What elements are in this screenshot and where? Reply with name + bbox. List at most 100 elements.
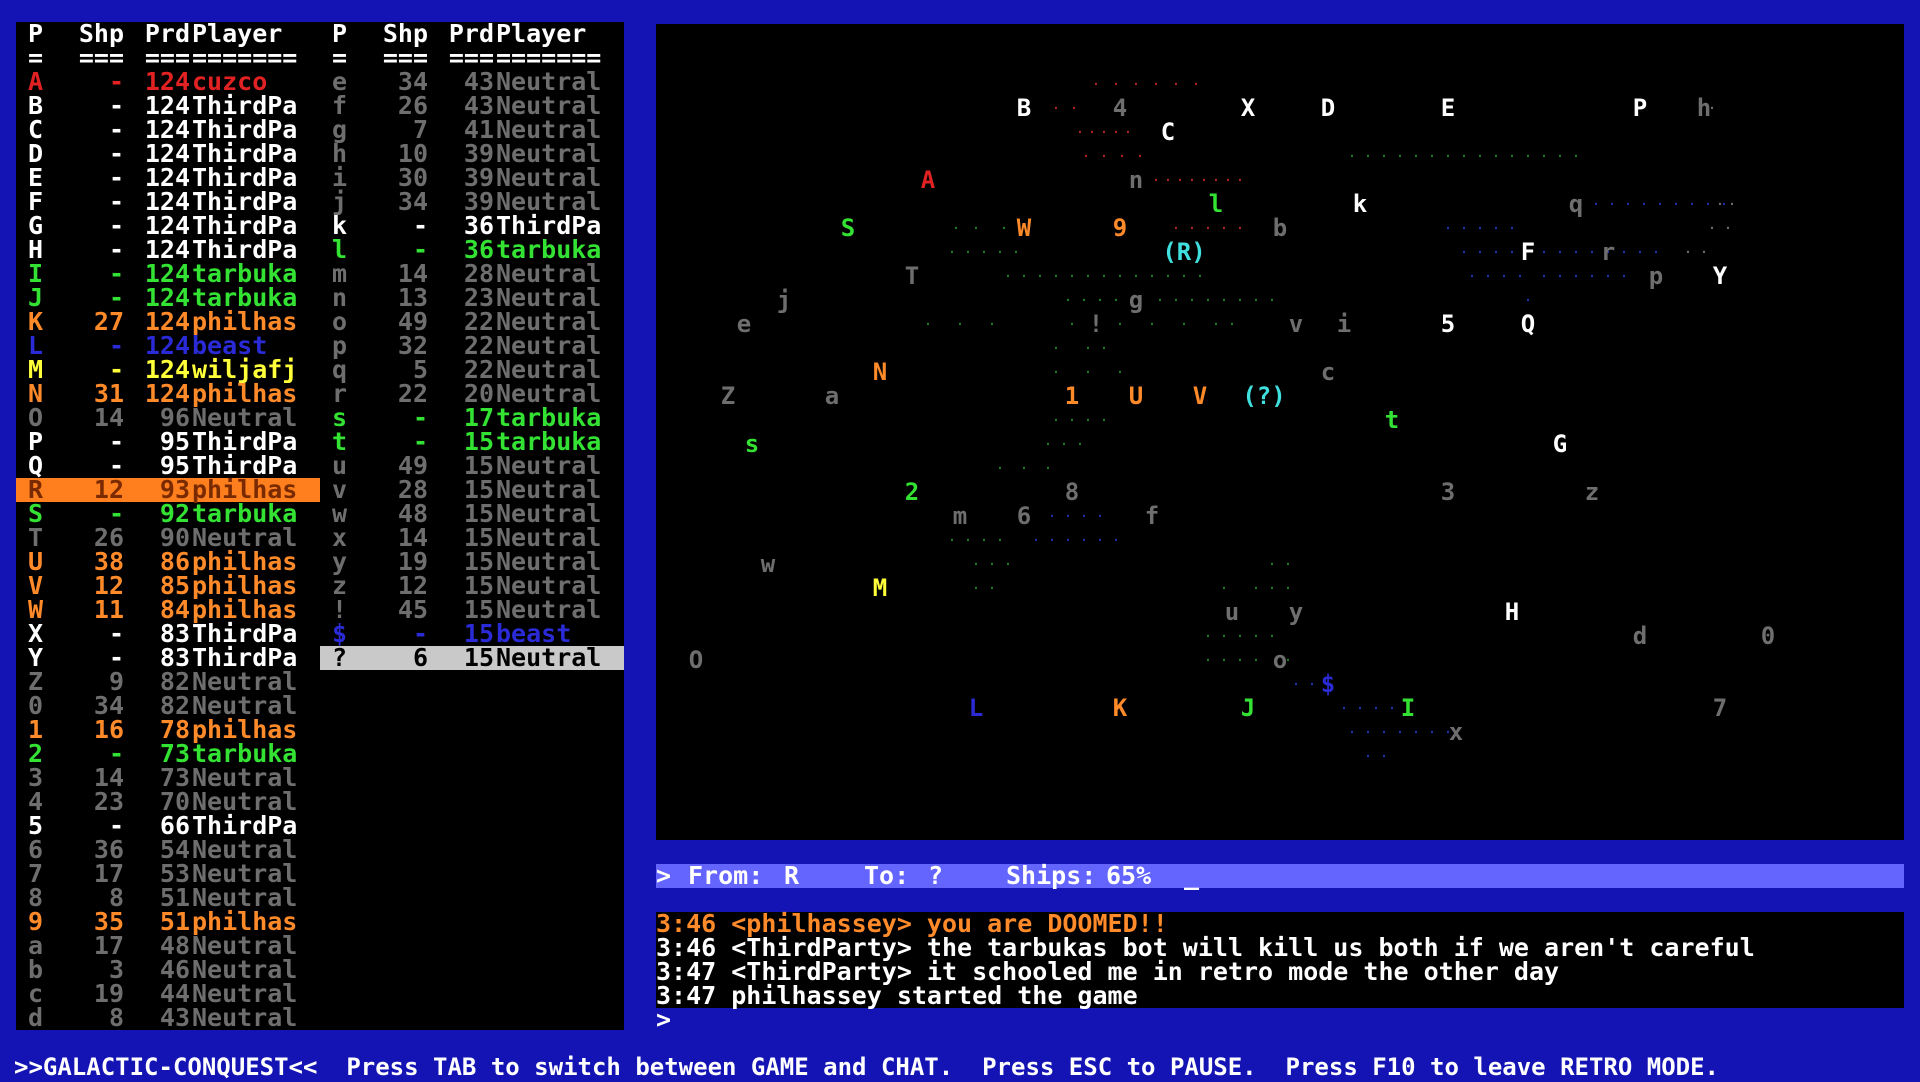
fleet-trail-dot: · [1100,413,1108,427]
star-map[interactable]: · · · · · · · · · · · · · · · · · · · · · · · · · · · · · · · · · · · · · · · ·… [656,24,1904,840]
map-planet-P[interactable]: P [1630,96,1650,120]
map-planet-k[interactable]: k [1350,192,1370,216]
fleet-trail-dot: · [1060,437,1068,451]
map-planet-z[interactable]: z [1582,480,1602,504]
map-planet-h[interactable]: h [1694,96,1714,120]
map-planet-e[interactable]: e [734,312,754,336]
planet-row-d[interactable]: d 8 43 Neutral [16,1005,320,1030]
fleet-trail-dot: · [1068,413,1076,427]
from-label: From: [688,861,764,890]
map-planet-p[interactable]: p [1646,264,1666,288]
map-planet-U[interactable]: U [1126,384,1146,408]
ships-value[interactable]: 65% [1106,863,1151,888]
fleet-trail-dot: · [1212,317,1220,331]
fleet-trail-dot: · [1204,221,1212,235]
fleet-trail-dot: · [1176,173,1184,187]
map-planet-t[interactable]: t [1382,408,1402,432]
fleet-trail-dot: · [1556,269,1564,283]
map-planet-f[interactable]: f [1142,504,1162,528]
map-planet-1[interactable]: 1 [1062,384,1082,408]
map-planet-J[interactable]: J [1238,696,1258,720]
map-planet-G[interactable]: G [1550,432,1570,456]
map-planet-9[interactable]: 9 [1110,216,1130,240]
map-planet-B[interactable]: B [1014,96,1034,120]
map-planet-Z[interactable]: Z [718,384,738,408]
to-value[interactable]: ? [928,863,943,888]
map-planet-?[interactable]: (?) [1234,384,1294,408]
map-planet-6[interactable]: 6 [1014,504,1034,528]
planet-ships: 6 [412,643,428,672]
map-planet-s[interactable]: s [742,432,762,456]
map-planet-T[interactable]: T [902,264,922,288]
map-planet-5[interactable]: 5 [1438,312,1458,336]
map-planet-j[interactable]: j [774,288,794,312]
fleet-trail-dot: · [1652,245,1660,259]
map-planet-C[interactable]: C [1158,120,1178,144]
map-planet-Y[interactable]: Y [1710,264,1730,288]
fleet-trail-dot: · [1620,245,1628,259]
fleet-trail-dot: · [1064,293,1072,307]
fleet-trail-dot: · [1592,197,1600,211]
map-planet-M[interactable]: M [870,576,890,600]
fleet-trail-dot: · [1588,245,1596,259]
map-planet-x[interactable]: x [1446,720,1466,744]
map-planet-K[interactable]: K [1110,696,1130,720]
map-planet-l[interactable]: l [1206,192,1226,216]
fleet-trail-dot: · [1460,221,1468,235]
fleet-trail-dot: · [1172,77,1180,91]
map-planet-$[interactable]: $ [1318,672,1338,696]
map-planet-y[interactable]: y [1286,600,1306,624]
planet-row-?[interactable]: ? 6 15 Neutral [320,643,624,672]
map-planet-E[interactable]: E [1438,96,1458,120]
map-planet-n[interactable]: n [1126,168,1146,192]
map-planet-N[interactable]: N [870,360,890,384]
map-planet-m[interactable]: m [950,504,970,528]
map-planet-A[interactable]: A [918,168,938,192]
map-planet-8[interactable]: 8 [1062,480,1082,504]
map-planet-Q[interactable]: Q [1518,312,1538,336]
to-label: To: [864,861,910,890]
map-planet-c[interactable]: c [1318,360,1338,384]
fleet-trail-dot: · [1728,197,1736,211]
fleet-trail-dot: · [1004,269,1012,283]
chat-input-prompt[interactable]: > [656,1007,671,1032]
map-planet-W[interactable]: W [1014,216,1034,240]
from-value[interactable]: R [784,863,799,888]
map-planet-S[interactable]: S [838,216,858,240]
map-planet-g[interactable]: g [1126,288,1146,312]
map-planet-i[interactable]: i [1334,312,1354,336]
fleet-trail-dot: · [1080,509,1088,523]
map-planet-q[interactable]: q [1566,192,1586,216]
text-cursor: _ [1184,861,1200,890]
map-planet-V[interactable]: V [1190,384,1210,408]
map-planet-2[interactable]: 2 [902,480,922,504]
map-planet-7[interactable]: 7 [1710,696,1730,720]
map-planet-a[interactable]: a [822,384,842,408]
map-planet-4[interactable]: 4 [1110,96,1130,120]
map-planet-F[interactable]: F [1518,240,1538,264]
map-planet-R[interactable]: (R) [1154,240,1214,264]
map-planet-v[interactable]: v [1286,312,1306,336]
map-planet-0[interactable]: 0 [1758,624,1778,648]
fleet-trail-dot: · [1204,293,1212,307]
map-planet-L[interactable]: L [966,696,986,720]
map-planet-d[interactable]: d [1630,624,1650,648]
map-planet-O[interactable]: O [686,648,706,672]
map-planet-u[interactable]: u [1222,600,1242,624]
map-planet-o[interactable]: o [1270,648,1290,672]
fleet-trail-dot: · [1132,269,1140,283]
command-bar[interactable]: > From: R To: ? Ships: 65% _ [656,861,1904,890]
map-planet-H[interactable]: H [1502,600,1522,624]
map-planet-I[interactable]: I [1398,696,1418,720]
map-planet-![interactable]: ! [1086,312,1106,336]
map-planet-X[interactable]: X [1238,96,1258,120]
map-planet-w[interactable]: w [758,552,778,576]
fleet-trail-dot: · [1476,149,1484,163]
fleet-trail-dot: · [1572,245,1580,259]
fleet-trail-dot: · [1096,293,1104,307]
map-planet-3[interactable]: 3 [1438,480,1458,504]
map-planet-r[interactable]: r [1598,240,1618,264]
map-planet-b[interactable]: b [1270,216,1290,240]
map-planet-D[interactable]: D [1318,96,1338,120]
fleet-trail-dot: · [1516,269,1524,283]
